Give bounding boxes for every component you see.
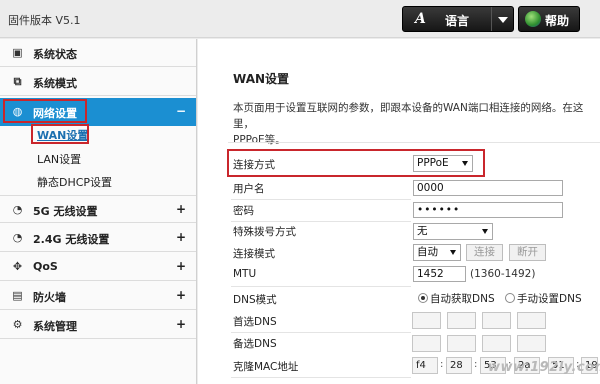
expand-icon[interactable]: + [176,317,186,331]
password-label: 密码 [233,205,254,217]
help-label: 帮助 [545,14,570,28]
firmware-version: 固件版本 V5.1 [8,14,81,27]
sidebar-item-label: 防火墙 [33,291,66,304]
username-label: 用户名 [233,183,265,195]
sidebar-item-firewall[interactable]: ▤ 防火墙 + [0,282,196,310]
mac-octet[interactable]: f4 [412,357,438,374]
lock-icon: ▤ [12,289,23,302]
subitem-lan[interactable]: LAN设置 [37,151,81,167]
sidebar-item-label: 系统模式 [33,77,77,90]
dns-primary-octet[interactable] [482,312,511,329]
status-icon: ▣ [12,46,23,59]
page-title: WAN设置 [233,72,290,86]
language-icon: A [415,11,426,27]
dns-manual-label: 手动设置DNS [517,293,582,305]
expand-icon[interactable]: + [176,202,186,216]
expand-icon[interactable]: + [176,230,186,244]
sidebar-item-qos[interactable]: ✥ QoS + [0,253,196,281]
highlight-box-wan [31,124,89,144]
sidebar: ▣ 系统状态 ⧉ 系统模式 ◍ 网络设置 − WAN设置 LAN设置 静态DHC… [0,39,197,384]
special-dial-select[interactable]: 无 [413,223,493,240]
password-input[interactable]: •••••• [413,202,563,218]
divider [231,377,411,378]
conn-mode-label: 连接模式 [233,248,275,260]
special-dial-label: 特殊拨号方式 [233,226,296,238]
conn-type-value: PPPoE [417,157,449,169]
collapse-icon[interactable]: − [176,104,186,118]
sidebar-item-system-management[interactable]: ⚙ 系统管理 + [0,311,196,339]
language-button[interactable]: A 语言 [402,6,514,32]
description-line: PPPoE等。 [233,134,286,146]
conn-mode-select[interactable]: 自动 [413,244,461,261]
mtu-input[interactable]: 1452 [413,266,466,282]
mac-clone-label: 克隆MAC地址 [233,361,299,373]
mode-icon: ⧉ [13,75,22,88]
qos-icon: ✥ [12,260,23,273]
sidebar-item-label: 系统管理 [33,320,77,333]
sidebar-item-system-status[interactable]: ▣ 系统状态 [0,39,196,67]
sidebar-item-label: 系统状态 [33,48,77,61]
chevron-down-icon[interactable] [498,17,508,23]
wifi-icon: ◔ [12,231,23,244]
divider [231,199,411,200]
help-button[interactable]: 帮助 [518,6,580,32]
page-description: 本页面用于设置互联网的参数，即跟本设备的WAN端口相连接的网络。在这里， PPP… [233,100,598,148]
sidebar-item-system-mode[interactable]: ⧉ 系统模式 [0,68,196,96]
dns-secondary-octet[interactable] [517,335,546,352]
subitem-static-dhcp[interactable]: 静态DHCP设置 [37,174,112,190]
wifi-icon: ◔ [12,203,23,216]
mac-separator: : [474,359,478,370]
expand-icon[interactable]: + [176,288,186,302]
language-divider [491,7,492,31]
dns-primary-octet[interactable] [412,312,441,329]
conn-type-label: 连接方式 [233,159,275,171]
sidebar-item-label: QoS [33,260,58,273]
top-bar: 固件版本 V5.1 A 语言 帮助 [0,0,600,38]
dns-secondary-octet[interactable] [412,335,441,352]
dns-primary-label: 首选DNS [233,316,277,328]
expand-icon[interactable]: + [176,259,186,273]
username-input[interactable]: 0000 [413,180,563,196]
description-line: 本页面用于设置互联网的参数，即跟本设备的WAN端口相连接的网络。在这里， [233,102,584,130]
gear-icon: ⚙ [12,318,23,331]
mtu-range-hint: (1360-1492) [470,268,536,280]
divider [228,142,600,143]
sidebar-item-label: 2.4G 无线设置 [33,233,110,246]
dns-manual-radio[interactable] [505,293,515,303]
conn-mode-value: 自动 [417,246,438,258]
highlight-box-network [3,99,87,123]
watermark: www.192ly.com [488,360,600,375]
dns-secondary-label: 备选DNS [233,338,277,350]
divider [231,221,411,222]
mtu-label: MTU [233,268,257,280]
special-dial-value: 无 [417,225,428,237]
help-globe-icon [525,11,541,27]
sidebar-item-24g-wireless[interactable]: ◔ 2.4G 无线设置 + [0,224,196,252]
sidebar-item-label: 5G 无线设置 [33,205,98,218]
conn-type-select[interactable]: PPPoE [413,155,473,172]
dns-secondary-octet[interactable] [447,335,476,352]
mac-octet[interactable]: 28 [446,357,472,374]
chevron-down-icon [450,250,456,255]
mac-separator: : [440,359,444,370]
dns-mode-label: DNS模式 [233,294,277,306]
disconnect-button[interactable]: 断开 [509,244,546,261]
divider [231,332,411,333]
chevron-down-icon [482,229,488,234]
chevron-down-icon [462,161,468,166]
dns-auto-label: 自动获取DNS [430,293,495,305]
language-label: 语言 [445,14,470,28]
dns-auto-radio[interactable] [418,293,428,303]
divider [231,286,411,287]
sidebar-item-5g-wireless[interactable]: ◔ 5G 无线设置 + [0,195,196,223]
dns-secondary-octet[interactable] [482,335,511,352]
main-content: WAN设置 本页面用于设置互联网的参数，即跟本设备的WAN端口相连接的网络。在这… [198,39,600,384]
connect-button[interactable]: 连接 [466,244,503,261]
dns-primary-octet[interactable] [517,312,546,329]
dns-primary-octet[interactable] [447,312,476,329]
